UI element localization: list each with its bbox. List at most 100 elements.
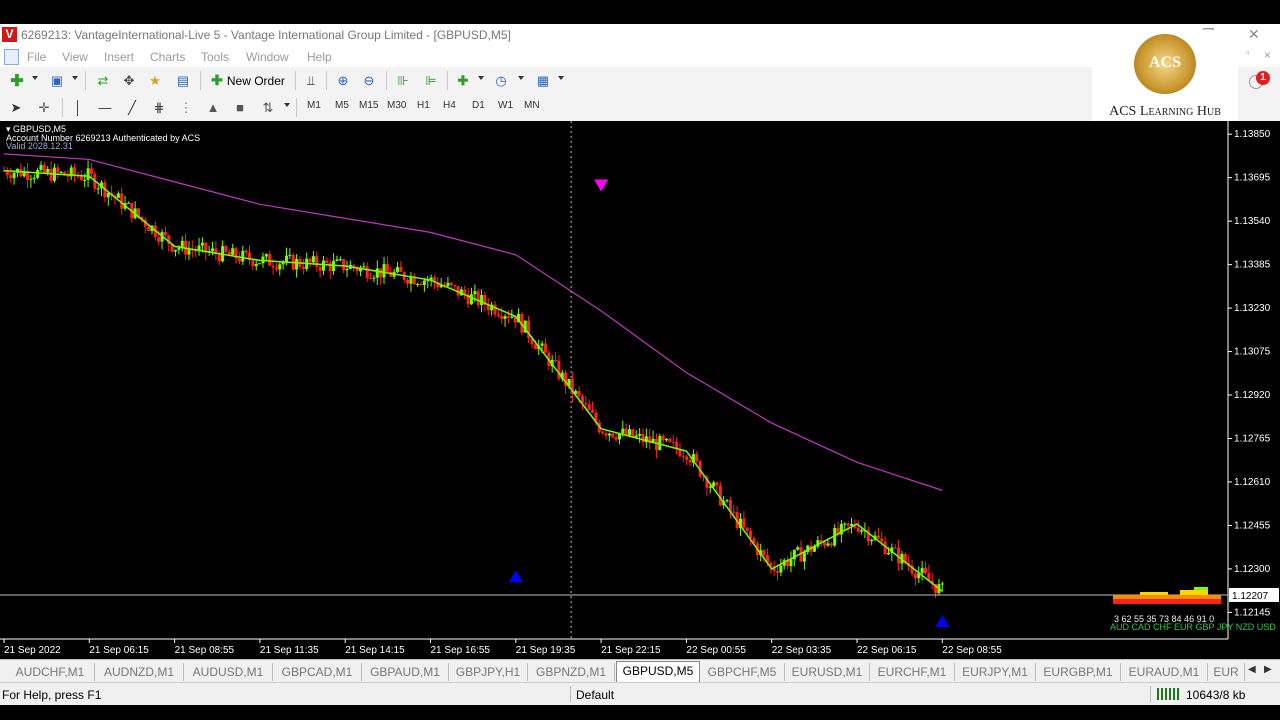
candle-body (157, 237, 161, 242)
crosshair-icon[interactable]: ✛ (34, 97, 54, 118)
arrows-icon[interactable]: ⇅ (258, 97, 278, 118)
candle-body (604, 433, 608, 436)
tab-gbpjpy[interactable]: GBPJPY,H1 (449, 663, 528, 681)
menu-charts[interactable]: Charts (150, 50, 185, 64)
chart-shift-icon[interactable]: ⊪ (392, 70, 414, 91)
toolbar-divider (85, 71, 86, 90)
strength-bar-gold (1180, 590, 1208, 595)
menu-insert[interactable]: Insert (104, 50, 134, 64)
candle-body (174, 249, 178, 252)
timeframe-m1[interactable]: M1 (307, 100, 321, 111)
candle-body (251, 260, 255, 267)
terminal-icon[interactable]: ▤ (172, 70, 194, 91)
chevron-down-icon[interactable] (558, 76, 564, 80)
tab-gbpchf[interactable]: GBPCHF,M5 (700, 663, 785, 681)
trendline-icon[interactable]: ╱ (122, 97, 142, 118)
close-icon[interactable]: ✕ (1248, 26, 1260, 43)
timeframe-m15[interactable]: M15 (359, 100, 378, 111)
fibonacci-icon[interactable]: ⋮ (176, 97, 196, 118)
candle-body (288, 254, 292, 256)
candle-body (860, 530, 864, 532)
tabs-scroll-left-icon[interactable]: ◀ (1248, 664, 1256, 675)
tab-eurchf[interactable]: EURCHF,M1 (870, 663, 955, 681)
candle-body (671, 441, 675, 443)
price-chart[interactable]: 1.13850 1.13695 1.13540 1.13385 1.13230 1.130… (0, 121, 1280, 659)
candle-body (406, 280, 410, 284)
timeframe-d1[interactable]: D1 (472, 100, 485, 111)
new-order-button[interactable]: ✚ New Order (206, 70, 290, 91)
profiles-icon[interactable]: ▣ (46, 70, 68, 91)
chevron-down-icon[interactable] (478, 76, 484, 80)
close-child-icon[interactable]: × (1264, 48, 1271, 62)
buy-signal-arrow (935, 614, 950, 627)
chevron-down-icon[interactable] (72, 76, 78, 80)
horizontal-line-icon[interactable]: ― (95, 97, 115, 118)
templates-icon[interactable]: ▦ (532, 70, 554, 91)
autotrading-icon[interactable]: ⫫ (300, 70, 322, 91)
auto-scroll-icon[interactable]: ⊫ (420, 70, 442, 91)
tab-gbpusd[interactable]: GBPUSD,M5 (616, 661, 700, 682)
notifications-button[interactable]: 1 (1249, 71, 1271, 91)
tab-audnzd[interactable]: AUDNZD,M1 (95, 663, 184, 681)
status-divider (570, 686, 571, 702)
tab-gbpnzd[interactable]: GBPNZD,M1 (528, 663, 615, 681)
candle-body (116, 193, 120, 198)
restore-child-icon[interactable]: ▫ (1246, 48, 1250, 59)
tab-audusd[interactable]: AUDUSD,M1 (184, 663, 273, 681)
candle-body (126, 202, 130, 204)
tab-eurusd[interactable]: EURUSD,M1 (785, 663, 870, 681)
market-watch-icon[interactable]: ⇄ (92, 70, 114, 91)
tabs-scroll-right-icon[interactable]: ▶ (1264, 664, 1272, 675)
candle-body (345, 268, 349, 271)
tab-euraud[interactable]: EURAUD,M1 (1121, 663, 1208, 681)
candle-body (796, 547, 800, 550)
chevron-down-icon[interactable] (518, 76, 524, 80)
menu-tools[interactable]: Tools (201, 50, 229, 64)
strength-bar-orange (1113, 595, 1221, 599)
cursor-icon[interactable]: ➤ (6, 97, 26, 118)
tab-eurgbp[interactable]: EURGBP,M1 (1036, 663, 1121, 681)
navigator-icon[interactable]: ★ (144, 70, 166, 91)
rectangle-shape-icon[interactable]: ■ (230, 97, 250, 118)
chart-canvas[interactable]: 1.13850 1.13695 1.13540 1.13385 1.13230 1.130… (0, 121, 1280, 659)
new-chart-icon[interactable]: ✚ (6, 70, 28, 91)
candle-body (688, 459, 692, 463)
candle-body (258, 263, 262, 265)
candle-body (73, 167, 77, 176)
indicators-icon[interactable]: ✚ (452, 70, 474, 91)
vertical-line-icon[interactable]: │ (68, 97, 88, 118)
candle-body (880, 538, 884, 542)
tab-gbpaud[interactable]: GBPAUD,M1 (362, 663, 449, 681)
candle-body (601, 432, 605, 434)
tab-eur-truncated[interactable]: EUR (1208, 663, 1245, 681)
data-window-icon[interactable]: ✥ (118, 70, 140, 91)
acs-logo-icon: ACS (1134, 34, 1196, 94)
tab-gbpcad[interactable]: GBPCAD,M1 (273, 663, 362, 681)
tab-audchf[interactable]: AUDCHF,M1 (6, 663, 95, 681)
status-traffic: 10643/8 kb (1186, 688, 1246, 702)
timeframe-h1[interactable]: H1 (417, 100, 430, 111)
periods-clock-icon[interactable]: ◷ (490, 70, 512, 91)
zoom-in-icon[interactable]: ⊕ (332, 70, 354, 91)
timeframe-m5[interactable]: M5 (335, 100, 349, 111)
menu-help[interactable]: Help (307, 50, 332, 64)
status-profile: Default (576, 688, 615, 702)
sell-signal-arrow (594, 179, 609, 192)
timeframe-h4[interactable]: H4 (443, 100, 456, 111)
menu-view[interactable]: View (62, 50, 88, 64)
equidistant-channel-icon[interactable]: ⋕ (149, 97, 169, 118)
tab-eurjpy[interactable]: EURJPY,M1 (955, 663, 1036, 681)
chevron-down-icon[interactable] (284, 103, 290, 107)
candle-body (369, 278, 373, 280)
timeframe-w1[interactable]: W1 (498, 100, 513, 111)
zoom-out-icon[interactable]: ⊖ (358, 70, 380, 91)
chevron-down-icon[interactable] (32, 76, 38, 80)
menu-window[interactable]: Window (246, 50, 289, 64)
timeframe-m30[interactable]: M30 (387, 100, 406, 111)
strength-bar-green (1194, 587, 1208, 590)
triangle-shape-icon[interactable]: ▲ (203, 97, 223, 118)
timeframe-mn[interactable]: MN (524, 100, 540, 111)
ma-line-1 (3, 169, 943, 592)
candle-body (506, 316, 510, 318)
menu-file[interactable]: File (27, 50, 46, 64)
